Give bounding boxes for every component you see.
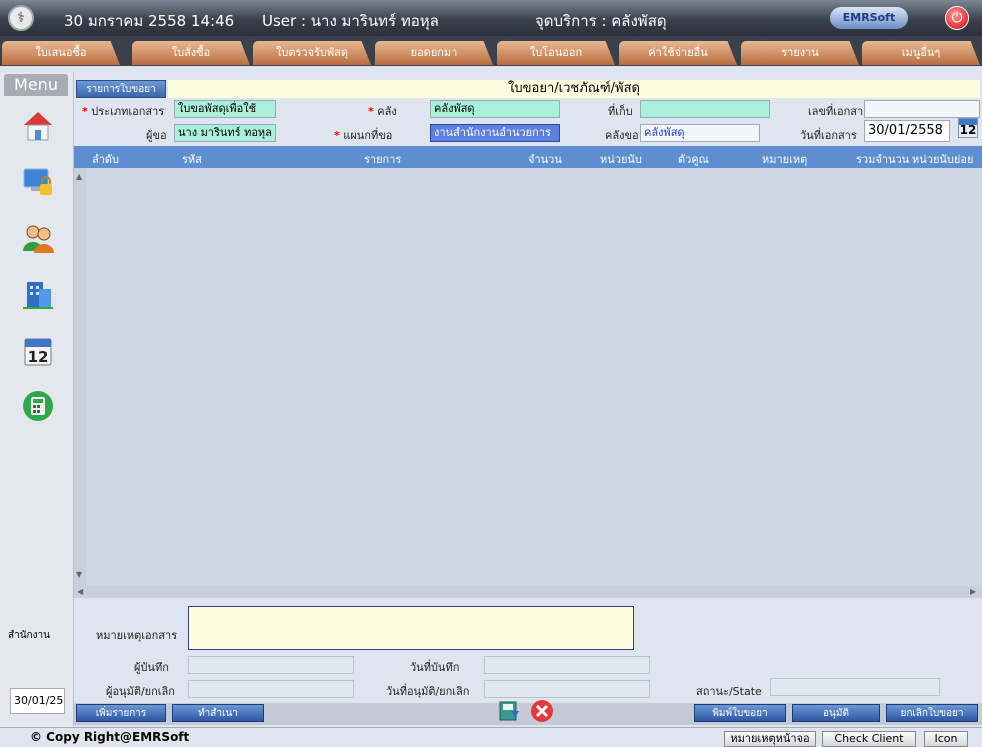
calendar-day-text: 12 xyxy=(28,348,49,366)
state-field xyxy=(770,678,940,696)
record-date-label: วันที่บันทึก xyxy=(410,661,460,674)
copyright-text: © Copy Right@EMRSoft xyxy=(30,730,190,744)
grid-body[interactable] xyxy=(74,168,982,586)
tab-transfer-out[interactable]: ใบโอนออก xyxy=(497,41,615,65)
scroll-right-icon[interactable]: ▶ xyxy=(970,587,976,596)
col-sub-unit[interactable]: หน่วยนับย่อย xyxy=(912,150,973,168)
subtab-request-list[interactable]: รายการใบขอยา xyxy=(76,80,166,98)
storage-label: ที่เก็บ xyxy=(608,105,633,118)
tab-goods-receipt[interactable]: ใบตรวจรับพัสดุ xyxy=(253,41,371,65)
scroll-left-icon[interactable]: ◀ xyxy=(77,587,83,596)
approver-label: ผู้อนุมัติ/ยกเลิก xyxy=(106,685,175,698)
icon-button[interactable]: Icon xyxy=(924,731,968,747)
computer-lock-icon[interactable] xyxy=(20,164,56,200)
tab-purchase-proposal[interactable]: ใบเสนอซื้อ xyxy=(2,41,120,65)
recorder-field xyxy=(188,656,354,674)
main-tab-bar: ใบเสนอซื้อ ใบสั่งซื้อ ใบตรวจรับพัสดุ ยอด… xyxy=(0,36,982,66)
sidebar-date-field[interactable]: 30/01/2558 xyxy=(10,688,65,714)
col-code[interactable]: รหัส xyxy=(182,150,202,168)
col-quantity[interactable]: จำนวน xyxy=(528,150,562,168)
emrsoft-logo: EMRSoft xyxy=(830,7,908,29)
req-warehouse-label: คลังขอ xyxy=(605,129,639,142)
grid-header: ลำดับ รหัส รายการ จำนวน หน่วยนับ ตัวคูณ … xyxy=(74,146,982,168)
cancel-icon[interactable] xyxy=(530,699,554,723)
page-title: ใบขอยา/เวชภัณฑ์/พัสดุ xyxy=(168,80,980,98)
record-date-field xyxy=(484,656,650,674)
doc-no-label: เลขที่เอกสาร xyxy=(808,105,870,118)
requester-label: ผู้ขอ xyxy=(146,129,167,142)
tab-other-expenses[interactable]: ค่าใช้จ่ายอื่น xyxy=(619,41,737,65)
save-icon[interactable] xyxy=(498,699,522,723)
scroll-up-icon[interactable]: ▲ xyxy=(76,172,82,181)
warehouse-field[interactable]: คลังพัสดุ xyxy=(430,100,560,118)
home-icon[interactable] xyxy=(20,108,56,144)
screen-remark-button[interactable]: หมายเหตุหน้าจอ xyxy=(724,731,816,747)
dept-label: * แผนกที่ขอ xyxy=(334,129,393,142)
copy-button[interactable]: ทำสำเนา xyxy=(172,704,264,722)
approve-date-label: วันที่อนุมัติ/ยกเลิก xyxy=(386,685,470,698)
col-total-qty[interactable]: รวมจำนวน xyxy=(856,150,909,168)
remark-label: หมายเหตุเอกสาร xyxy=(96,629,178,642)
print-request-button[interactable]: พิมพ์ใบขอยา xyxy=(694,704,786,722)
doc-type-label: * ประเภทเอกสาร xyxy=(82,105,165,118)
requester-field[interactable]: นาง มารินทร์ ทอหุล xyxy=(174,124,276,142)
tab-other-menu[interactable]: เมนูอื่นๆ xyxy=(862,41,980,65)
header-datetime: 30 มกราคม 2558 14:46 xyxy=(64,12,235,30)
storage-field[interactable] xyxy=(640,100,770,118)
remark-textarea[interactable] xyxy=(188,606,634,650)
approve-button[interactable]: อนุมัติ xyxy=(792,704,880,722)
col-unit[interactable]: หน่วยนับ xyxy=(600,150,642,168)
col-remark[interactable]: หมายเหตุ xyxy=(762,150,807,168)
calculator-icon[interactable] xyxy=(20,388,56,424)
recorder-label: ผู้บันทึก xyxy=(134,661,169,674)
cancel-request-button[interactable]: ยกเลิกใบขอยา xyxy=(886,704,978,722)
doc-type-field[interactable]: ใบขอพัสดุเพื่อใช้ xyxy=(174,100,276,118)
tab-purchase-order[interactable]: ใบสั่งซื้อ xyxy=(132,41,250,65)
approver-field xyxy=(188,680,354,698)
tab-opening-balance[interactable]: ยอดยกมา xyxy=(375,41,493,65)
doc-no-field[interactable] xyxy=(864,100,980,118)
dept-field[interactable]: งานสำนักงานอำนวยการ xyxy=(430,124,560,142)
sidebar-dept-text: สำนักงาน xyxy=(8,630,50,641)
req-warehouse-field[interactable]: คลังพัสดุ xyxy=(640,124,760,142)
doc-date-field[interactable]: 30/01/2558 xyxy=(864,120,950,142)
users-icon[interactable] xyxy=(20,220,56,256)
col-seq[interactable]: ลำดับ xyxy=(92,150,119,168)
building-icon[interactable] xyxy=(20,276,56,312)
doc-date-label: วันที่เอกสาร xyxy=(800,129,857,142)
state-label: สถานะ/State xyxy=(696,685,762,698)
check-client-button[interactable]: Check Client xyxy=(822,731,916,747)
header-user: User : นาง มารินทร์ ทอหุล xyxy=(262,12,439,30)
power-icon[interactable]: ⏻ xyxy=(945,6,969,30)
top-bar: ⚕ 30 มกราคม 2558 14:46 User : นาง มารินท… xyxy=(0,0,982,36)
warehouse-label: * คลัง xyxy=(368,105,397,118)
tab-reports[interactable]: รายงาน xyxy=(741,41,859,65)
grid-vertical-scrollbar[interactable]: ▲ ▼ xyxy=(74,168,86,586)
hospital-logo-icon: ⚕ xyxy=(8,5,34,31)
grid-horizontal-scrollbar[interactable]: ◀ ▶ xyxy=(74,586,982,598)
add-item-button[interactable]: เพิ่มรายการ xyxy=(76,704,166,722)
calendar-icon[interactable]: 12 xyxy=(20,334,56,370)
approve-date-field xyxy=(484,680,650,698)
col-item[interactable]: รายการ xyxy=(364,150,401,168)
calendar-picker-icon[interactable]: 12 xyxy=(958,118,978,138)
col-multiplier[interactable]: ตัวคูณ xyxy=(678,150,709,168)
scroll-down-icon[interactable]: ▼ xyxy=(76,570,82,579)
menu-label[interactable]: Menu xyxy=(4,74,68,96)
calendar-picker-day: 12 xyxy=(959,123,977,137)
header-service-point: จุดบริการ : คลังพัสดุ xyxy=(535,12,667,30)
